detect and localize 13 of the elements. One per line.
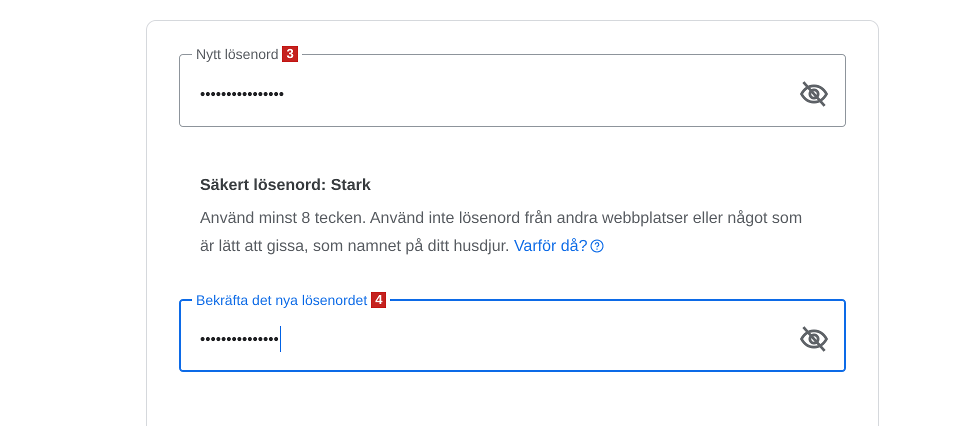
callout-number: 4 [371, 292, 386, 308]
eye-off-icon[interactable] [799, 324, 829, 354]
callout-number: 3 [282, 46, 298, 62]
field-label: Bekräfta det nya lösenordet [196, 292, 368, 308]
why-link[interactable]: Varför då? [514, 238, 588, 255]
password-field[interactable]: Bekräfta det nya lösenordet 4 ••••••••••••••• [179, 292, 846, 372]
help-icon[interactable] [590, 239, 604, 253]
strength-hint: Använd minst 8 tecken. Använd inte lösenord från andra webbplatser eller något som är lätt att gissa, som namnet på ditt husdjur. Varför då? [200, 209, 804, 257]
strength-title: Säkert lösenord: Stark [200, 177, 372, 195]
eye-off-icon[interactable] [799, 79, 829, 109]
text-cursor [280, 326, 281, 352]
field-label: Nytt lösenord [196, 46, 278, 62]
password-field[interactable]: Nytt lösenord 3 •••••••••••••••• [179, 46, 846, 127]
